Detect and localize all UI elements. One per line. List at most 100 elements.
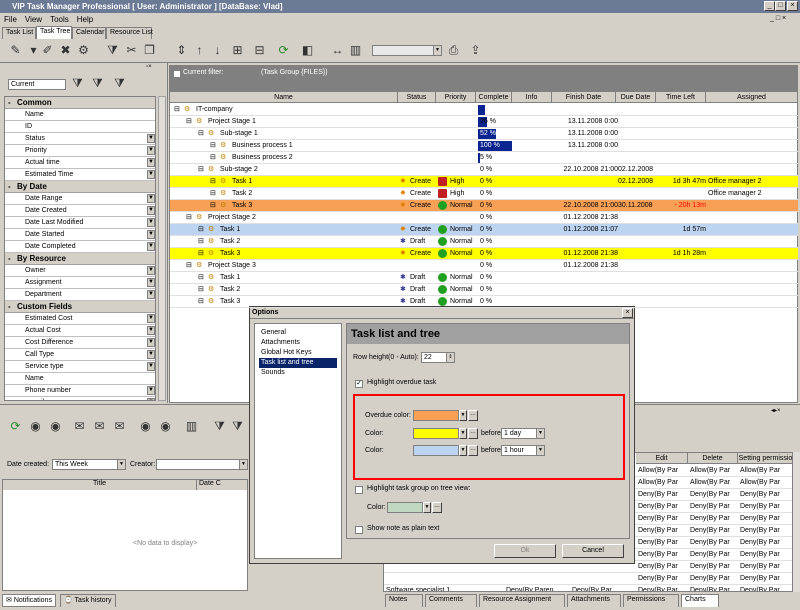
chevron-down-icon[interactable]: ▼ [147, 290, 155, 299]
filter-group[interactable]: By Resource [5, 253, 155, 265]
mdi-controls[interactable]: _ □ × [770, 15, 800, 22]
options-nav-item[interactable]: Attachments [259, 338, 337, 348]
chevron-down-icon[interactable]: ▼ [147, 266, 155, 275]
chevron-down-icon[interactable]: ▼ [147, 206, 155, 215]
row-height-input[interactable]: 22 ⇕ [421, 352, 455, 363]
chevron-down-icon[interactable]: ▼ [147, 326, 155, 335]
filter-group[interactable]: By Date [5, 181, 155, 193]
chevron-down-icon[interactable]: ▼ [147, 386, 155, 395]
col-time-left[interactable]: Time Left [656, 92, 706, 103]
ellipsis-icon[interactable]: … [468, 410, 478, 421]
options-nav-item[interactable]: Sounds [259, 368, 337, 378]
tree-expand-icon[interactable]: ⊟ [198, 296, 206, 308]
dialog-close-icon[interactable]: × [622, 308, 633, 318]
ellipsis-icon[interactable]: … [468, 445, 478, 456]
before2-combo[interactable]: 1 hour ▼ [501, 445, 545, 456]
chevron-down-icon[interactable]: ▼ [459, 410, 467, 421]
filter-row[interactable]: Date Completed ▼ [5, 241, 155, 253]
user-icon[interactable]: ◉ [138, 419, 153, 434]
tree-expand-icon[interactable]: ⊟ [210, 200, 218, 212]
chevron-down-icon[interactable]: ▼ [147, 278, 155, 287]
clear-filter-icon[interactable]: ⧩ [230, 419, 245, 434]
options-nav-item[interactable]: Task list and tree [259, 358, 337, 368]
chevron-down-icon[interactable]: ▼ [147, 158, 155, 167]
ellipsis-icon[interactable]: … [468, 428, 478, 439]
col-date[interactable]: Date C [197, 480, 247, 490]
view-all-icon[interactable]: ◉ [48, 419, 63, 434]
col-assigned[interactable]: Assigned [706, 92, 798, 103]
options-nav-item[interactable]: Global Hot Keys [259, 348, 337, 358]
panel-controls[interactable]: ▫× [146, 64, 166, 72]
chevron-down-icon[interactable]: ▼ [423, 502, 431, 513]
chevron-down-icon[interactable]: ▼ [147, 350, 155, 359]
filter-row[interactable]: Actual Cost ▼ [5, 325, 155, 337]
funnel-icon[interactable]: ⧩ [212, 419, 227, 434]
tree-collapse-icon[interactable]: ⊟ [252, 43, 267, 58]
table-row[interactable]: ⊟ ⚙ Sub-stage 2 0 % 22.10.2008 21:00 02.12.20… [170, 164, 798, 176]
group-color-swatch[interactable] [387, 502, 423, 513]
tab-attachments[interactable]: Attachments [567, 594, 621, 607]
filter-row[interactable]: Estimated Cost ▼ [5, 313, 155, 325]
print-icon[interactable]: ⎙ [446, 43, 461, 58]
filter-scrollbar[interactable] [158, 96, 166, 401]
table-row[interactable]: Software specialist 1 Deny(By Paren Deny(B… [384, 585, 792, 591]
filter-group[interactable]: Custom Fields [5, 301, 155, 313]
filter-combo[interactable]: Current [8, 79, 66, 90]
delete-icon[interactable]: ✖ [58, 43, 73, 58]
chevron-down-icon[interactable]: ▼ [147, 194, 155, 203]
funnel-icon[interactable]: ⧩ [70, 76, 85, 91]
filter-row[interactable]: Name [5, 109, 155, 121]
col-due-date[interactable]: Due Date [616, 92, 656, 103]
col-complete[interactable]: Complete [476, 92, 512, 103]
menu-tools[interactable]: Tools [46, 13, 73, 26]
table-row[interactable]: ⊟ ⚙ Task 1 ✱ Draft Normal 0 % [170, 272, 798, 284]
table-row[interactable]: ⊟ ⚙ Task 1 ✸ Create High 0 % 02.12.2008 1d 3h 47… [170, 176, 798, 188]
tree-expand-icon[interactable]: ⊟ [186, 116, 194, 128]
filter-row[interactable]: Call Type ▼ [5, 349, 155, 361]
tree-expand-icon[interactable]: ⊟ [210, 152, 218, 164]
columns-icon[interactable]: ▥ [348, 43, 363, 58]
filter-row[interactable]: Actual time ▼ [5, 157, 155, 169]
col-edit[interactable]: Edit [636, 453, 688, 464]
table-row[interactable]: Deny(By Par Deny(By Par Deny(By Par [384, 573, 792, 585]
table-row[interactable]: ⊟ ⚙ Business process 1 100 % 13.11.2008 0:00 [170, 140, 798, 152]
chevron-down-icon[interactable]: ▼ [147, 170, 155, 179]
ok-button[interactable]: Ok [494, 544, 556, 558]
chevron-down-icon[interactable]: ▼ [147, 242, 155, 251]
filter-row[interactable]: e-mail ▼ [5, 397, 155, 400]
chevron-down-icon[interactable]: ▼ [147, 230, 155, 239]
filter-row[interactable]: Service type ▼ [5, 361, 155, 373]
tree-expand-icon[interactable]: ⊟ [174, 104, 182, 116]
filter-row[interactable]: Status ▼ [5, 133, 155, 145]
tab-comments[interactable]: Comments [425, 594, 477, 607]
view-icon[interactable]: ◉ [28, 419, 43, 434]
refresh-icon[interactable]: ⟳ [8, 419, 23, 434]
chevron-down-icon[interactable]: ▼ [459, 445, 467, 456]
filter-row[interactable]: Estimated Time ▼ [5, 169, 155, 181]
filter-row[interactable]: Date Range ▼ [5, 193, 155, 205]
filter-row[interactable]: Date Started ▼ [5, 229, 155, 241]
col-info[interactable]: Info [512, 92, 552, 103]
table-row[interactable]: ⊟ ⚙ Task 3 ✱ Draft Normal 0 % [170, 296, 798, 308]
table-row[interactable]: ⊟ ⚙ IT-company [170, 104, 798, 116]
tree-expand-icon[interactable]: ⊟ [198, 284, 206, 296]
tab-permissions[interactable]: Permissions [623, 594, 679, 607]
highlight-overdue-checkbox[interactable]: ✓ [355, 380, 363, 388]
filter-row[interactable]: Department ▼ [5, 289, 155, 301]
tree-expand-icon[interactable]: ⊟ [186, 260, 194, 272]
chevron-down-icon[interactable]: ▼ [459, 428, 467, 439]
tree-expand-icon[interactable]: ⊟ [198, 164, 206, 176]
table-row[interactable]: ⊟ ⚙ Task 3 ✸ Create Normal 0 % 01.12.2008 21:38… [170, 248, 798, 260]
tab-resource-list[interactable]: Resource List [106, 27, 153, 39]
col-status[interactable]: Status [398, 92, 436, 103]
col-setting[interactable]: Setting permissio [738, 453, 792, 464]
close-button[interactable]: × [787, 1, 798, 11]
table-row[interactable]: ⊟ ⚙ Task 2 ✸ Create High 0 % Office manager 2 [170, 188, 798, 200]
col-finish-date[interactable]: Finish Date [552, 92, 616, 103]
new-task-icon[interactable]: ✎ [8, 43, 23, 58]
cancel-button[interactable]: Cancel [562, 544, 624, 558]
menu-help[interactable]: Help [73, 13, 97, 26]
edit-icon[interactable]: ✐ [40, 43, 55, 58]
tree-expand-icon[interactable]: ⊟ [198, 224, 206, 236]
tree-expand-icon[interactable]: ⊟ [198, 128, 206, 140]
